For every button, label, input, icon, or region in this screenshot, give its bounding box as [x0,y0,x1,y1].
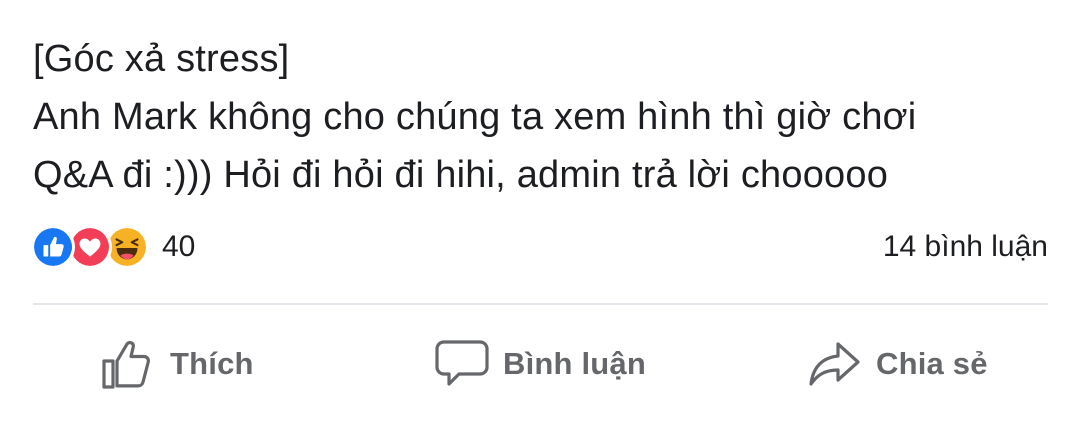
post-card: [Góc xả stress] Anh Mark không cho chúng… [0,0,1080,421]
post-text-line: [Góc xả stress] [33,38,290,80]
comment-count-link[interactable]: 14 bình luận [883,226,1048,268]
post-text-line: Anh Mark không cho chúng ta xem hình thì… [33,96,917,138]
share-arrow-icon [809,342,860,386]
comment-button[interactable]: Bình luận [433,336,646,392]
thumbs-up-outline-icon [102,340,150,389]
like-button-label: Thích [170,346,254,381]
post-text-line: Q&A đi :))) Hỏi đi hỏi đi hihi, admin tr… [33,154,889,196]
comment-button-label: Bình luận [503,346,647,381]
like-button[interactable]: Thích [100,336,254,392]
share-button-label: Chia sẻ [876,346,988,381]
like-reaction-icon [31,225,75,269]
reaction-count: 40 [162,230,196,263]
reactions-summary[interactable]: 40 [31,224,195,270]
speech-bubble-icon [435,340,489,386]
share-button[interactable]: Chia sẻ [806,336,988,392]
post-text: [Góc xả stress] Anh Mark không cho chúng… [33,30,1043,204]
action-bar: Thích Bình luận Chia sẻ [0,318,1080,408]
divider [33,303,1048,305]
